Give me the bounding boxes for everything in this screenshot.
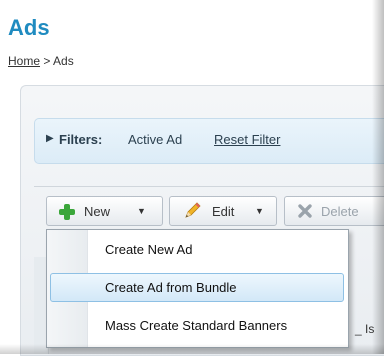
menu-item-create-ad-from-bundle[interactable]: Create Ad from Bundle bbox=[50, 273, 344, 302]
menu-item-label: Create New Ad bbox=[105, 242, 193, 257]
plus-icon bbox=[59, 204, 75, 220]
edit-button[interactable]: Edit ▼ bbox=[169, 196, 277, 226]
toolbar-divider bbox=[34, 186, 384, 187]
edit-button-label: Edit bbox=[212, 204, 235, 219]
delete-button[interactable]: Delete bbox=[284, 196, 384, 226]
new-button-label: New bbox=[84, 204, 111, 219]
menu-item-create-new-ad[interactable]: Create New Ad bbox=[50, 235, 344, 264]
pencil-icon bbox=[182, 201, 202, 221]
filters-value: Active Ad bbox=[128, 132, 183, 147]
caret-down-icon: ▼ bbox=[255, 206, 264, 216]
breadcrumb-home-link[interactable]: Home bbox=[8, 54, 40, 68]
breadcrumb-current: Ads bbox=[53, 54, 74, 68]
caret-down-icon: ▼ bbox=[137, 206, 146, 216]
filters-bar: ▶ Filters: Active Ad Reset Filter bbox=[34, 118, 384, 164]
menu-item-mass-create-standard-banners[interactable]: Mass Create Standard Banners bbox=[50, 311, 344, 340]
filters-label[interactable]: Filters: bbox=[59, 132, 102, 147]
delete-button-label: Delete bbox=[321, 204, 359, 219]
breadcrumb: Home > Ads bbox=[8, 54, 74, 68]
page-title: Ads bbox=[8, 15, 50, 40]
window-shadow-bottom bbox=[0, 344, 384, 354]
x-icon bbox=[297, 203, 313, 219]
reset-filter-link[interactable]: Reset Filter bbox=[214, 132, 280, 147]
new-dropdown-menu: Create New Ad Create Ad from Bundle Mass… bbox=[46, 229, 349, 348]
breadcrumb-separator: > bbox=[43, 54, 51, 68]
new-button[interactable]: New ▼ bbox=[46, 196, 163, 226]
window-shadow-right bbox=[372, 0, 384, 354]
expand-arrow-icon[interactable]: ▶ bbox=[46, 133, 54, 144]
menu-item-label: Mass Create Standard Banners bbox=[105, 318, 288, 333]
menu-item-label: Create Ad from Bundle bbox=[105, 280, 237, 295]
